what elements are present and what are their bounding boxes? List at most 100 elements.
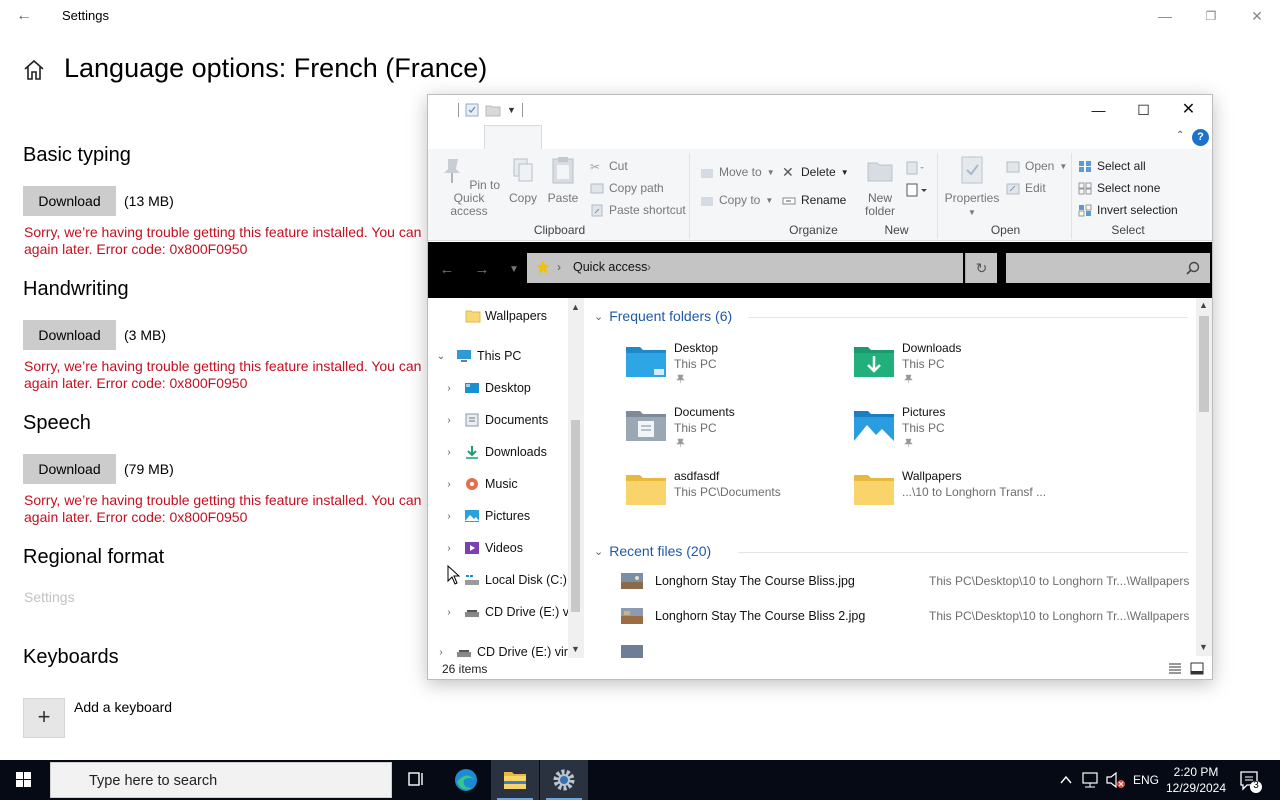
copy-to-button[interactable]: Copy to ▼ <box>700 193 773 207</box>
file-explorer-taskbar-button[interactable] <box>491 760 539 800</box>
windows-start-icon[interactable] <box>0 760 48 800</box>
edge-browser-icon[interactable] <box>442 760 490 800</box>
tile-wallpapers[interactable]: Wallpapers ...\10 to Longhorn Transf ... <box>852 469 1072 525</box>
nav-item-documents[interactable]: › Documents <box>428 410 568 430</box>
copy-button[interactable]: Copy <box>506 155 540 205</box>
recent-file-row[interactable]: Longhorn Stay The Course Bliss 2.jpg Thi… <box>621 605 1191 629</box>
large-icons-view-icon[interactable] <box>1190 662 1204 675</box>
new-folder-qat-icon[interactable] <box>485 103 501 117</box>
nav-item-music[interactable]: › Music <box>428 474 568 494</box>
scroll-up-icon[interactable]: ▲ <box>571 302 580 312</box>
download-handwriting-button[interactable]: Download <box>23 320 116 350</box>
paste-button[interactable]: Paste <box>546 155 580 205</box>
collapsed-chevron-icon[interactable]: › <box>444 511 454 522</box>
nav-item-desktop[interactable]: › Desktop <box>428 378 568 398</box>
qat-dropdown-icon[interactable]: ▼ <box>507 105 516 115</box>
image-thumbnail-icon <box>621 573 643 589</box>
frequent-folders-header[interactable]: ⌄ Frequent folders (6) <box>594 308 732 324</box>
collapsed-chevron-icon[interactable]: › <box>444 415 454 426</box>
collapsed-chevron-icon[interactable]: › <box>444 479 454 490</box>
tile-documents[interactable]: Documents This PC <box>624 405 844 461</box>
taskbar-clock[interactable]: 2:20 PM 12/29/2024 <box>1162 764 1230 796</box>
properties-check-icon[interactable] <box>465 103 479 117</box>
language-indicator[interactable]: ENG <box>1133 760 1159 800</box>
rename-button[interactable]: Rename <box>782 193 846 207</box>
address-field[interactable]: › Quick access › ⌄ <box>527 253 1049 283</box>
close-button[interactable]: ✕ <box>1234 4 1280 28</box>
new-folder-button[interactable]: New folder <box>860 155 900 218</box>
collapsed-chevron-icon[interactable]: › <box>436 647 446 658</box>
nav-item-wallpapers[interactable]: Wallpapers <box>428 306 568 326</box>
paste-shortcut-button[interactable]: Paste shortcut <box>590 203 686 217</box>
recent-files-header[interactable]: ⌄ Recent files (20) <box>594 543 711 559</box>
nav-item-this-pc[interactable]: ⌄ This PC <box>428 346 568 366</box>
minimize-button[interactable]: — <box>1142 4 1188 28</box>
nav-item-cd-drive-root[interactable]: › CD Drive (E:) virti <box>428 642 574 658</box>
collapsed-chevron-icon[interactable]: › <box>444 383 454 394</box>
network-icon[interactable] <box>1080 760 1100 800</box>
content-scroll-thumb[interactable] <box>1199 316 1209 412</box>
scroll-down-icon[interactable]: ▼ <box>1199 642 1208 652</box>
recent-locations-icon[interactable]: ▼ <box>503 260 525 280</box>
collapsed-chevron-icon[interactable]: › <box>444 607 454 618</box>
taskbar-search-box[interactable]: Type here to search <box>50 762 392 798</box>
tile-pictures[interactable]: Pictures This PC <box>852 405 1072 461</box>
search-input[interactable] <box>1006 253 1210 283</box>
scroll-up-icon[interactable]: ▲ <box>1199 300 1208 310</box>
volume-muted-icon[interactable] <box>1104 760 1126 800</box>
explorer-maximize-button[interactable]: ☐ <box>1121 95 1166 125</box>
back-icon[interactable]: ← <box>436 260 458 280</box>
regional-settings-link[interactable]: Settings <box>24 589 75 605</box>
copy-path-button[interactable]: Copy path <box>590 181 664 195</box>
forward-icon[interactable]: → <box>471 260 493 280</box>
restore-button[interactable]: ❐ <box>1188 4 1234 28</box>
documents-folder-icon <box>626 411 666 441</box>
content-scrollbar[interactable]: ▲ ▼ <box>1196 298 1212 656</box>
new-item-icon[interactable] <box>906 161 926 175</box>
tile-asdfasdf[interactable]: asdfasdf This PC\Documents <box>624 469 844 525</box>
settings-taskbar-button[interactable] <box>540 760 588 800</box>
select-all-button[interactable]: Select all <box>1078 159 1146 173</box>
nav-item-downloads[interactable]: › Downloads <box>428 442 568 462</box>
nav-item-cd-drive[interactable]: › CD Drive (E:) vir <box>428 602 576 622</box>
nav-item-pictures[interactable]: › Pictures <box>428 506 568 526</box>
invert-selection-button[interactable]: Invert selection <box>1078 203 1178 217</box>
notification-center-button[interactable]: 3 <box>1236 760 1266 800</box>
explorer-minimize-button[interactable]: — <box>1076 95 1121 125</box>
open-button[interactable]: Open ▼ <box>1006 159 1067 173</box>
cut-button[interactable]: ✂ Cut <box>590 159 628 174</box>
refresh-icon[interactable]: ↻ <box>965 253 997 283</box>
tab-home[interactable]: Home <box>484 125 542 149</box>
nav-pane-scrollbar[interactable]: ▲ ▼ <box>568 298 584 658</box>
edit-button[interactable]: Edit <box>1006 181 1046 195</box>
recent-file-row[interactable]: Longhorn Stay The Course Bliss.jpg This … <box>621 570 1191 594</box>
tile-desktop[interactable]: Desktop This PC <box>624 341 844 397</box>
expanded-chevron-icon[interactable]: ⌄ <box>436 351 446 362</box>
ribbon-collapse-icon[interactable]: ⌃ <box>1176 130 1184 141</box>
explorer-close-button[interactable]: ✕ <box>1166 95 1211 125</box>
tile-documents-sub: This PC <box>674 421 717 435</box>
pin-to-quick-access-button[interactable]: Pin to Quick access <box>434 155 504 218</box>
collapsed-chevron-icon[interactable]: › <box>444 543 454 554</box>
select-none-button[interactable]: Select none <box>1078 181 1160 195</box>
show-hidden-icons-chevron-icon[interactable] <box>1056 760 1076 800</box>
task-view-icon[interactable] <box>392 760 440 800</box>
download-basic-typing-button[interactable]: Download <box>23 186 116 216</box>
help-icon[interactable]: ? <box>1192 129 1209 146</box>
nav-scroll-thumb[interactable] <box>571 420 580 612</box>
move-to-button[interactable]: Move to ▼ <box>700 165 775 179</box>
download-speech-button[interactable]: Download <box>23 454 116 484</box>
nav-item-videos[interactable]: › Videos <box>428 538 568 558</box>
delete-button[interactable]: ✕ Delete ▼ <box>782 165 849 180</box>
tile-downloads[interactable]: Downloads This PC <box>852 341 1072 397</box>
properties-button[interactable]: Properties ▼ <box>942 155 1002 219</box>
back-arrow-icon[interactable]: ← <box>14 6 34 26</box>
details-view-icon[interactable] <box>1168 662 1182 675</box>
easy-access-icon[interactable] <box>906 183 930 197</box>
breadcrumb-location[interactable]: Quick access <box>573 260 647 274</box>
collapsed-chevron-icon[interactable]: › <box>444 447 454 458</box>
add-keyboard-button[interactable]: + <box>23 698 65 738</box>
scroll-down-icon[interactable]: ▼ <box>571 644 580 654</box>
home-icon[interactable] <box>22 58 46 82</box>
add-keyboard-label[interactable]: Add a keyboard <box>74 699 172 715</box>
